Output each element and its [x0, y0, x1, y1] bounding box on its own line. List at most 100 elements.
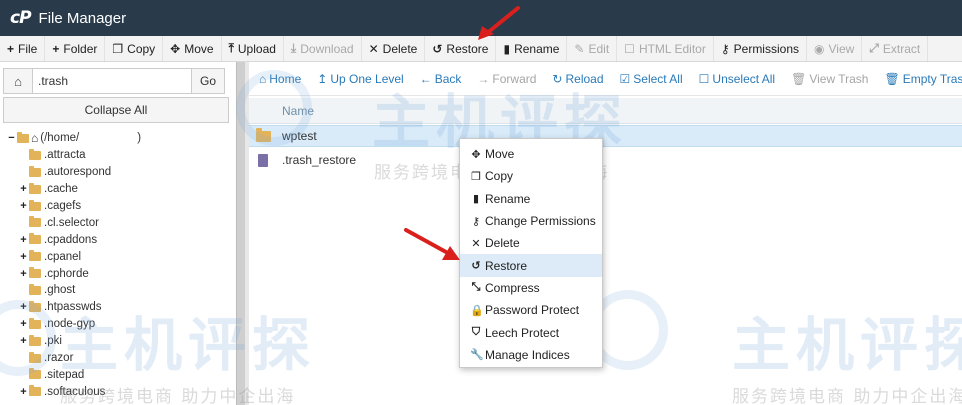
delete-button[interactable]: ✕ Delete	[362, 36, 426, 61]
tree-item-label: .pki	[44, 335, 62, 348]
tree-item[interactable]: + .softaculous	[6, 383, 234, 400]
tree-item-label: .cpaddons	[44, 233, 98, 246]
tree-item-label: .node-gyp	[44, 318, 96, 331]
copy-button[interactable]: ❐ Copy	[105, 36, 164, 61]
unselect-all-button[interactable]: ☐ Unselect All	[699, 72, 775, 86]
folder-icon	[29, 317, 41, 329]
context-menu: ✥ Move ❐ Copy ▮ Rename ⚷ Change Permissions ✕ Del…	[459, 138, 603, 368]
check-square-icon: ☑	[619, 71, 631, 86]
new-file-button[interactable]: + File	[0, 36, 46, 61]
name-column-header[interactable]: Name	[249, 98, 962, 124]
tree-item[interactable]: − ⌂ (/home/)	[6, 130, 234, 147]
cpanel-logo: cP	[10, 8, 32, 28]
collapse-icon[interactable]: −	[6, 132, 17, 144]
folder-icon	[17, 131, 29, 143]
tree-item[interactable]: .razor	[6, 350, 234, 367]
file-row-trash-restore[interactable]: .trash_restore	[249, 149, 962, 171]
move-button[interactable]: ✥ Move	[163, 36, 222, 61]
tree-item[interactable]: .sitepad	[6, 366, 234, 383]
new-folder-button[interactable]: + Folder	[45, 36, 106, 61]
context-menu-item-copy[interactable]: ❐ Copy	[460, 165, 602, 187]
context-menu-label: Manage Indices	[485, 347, 570, 362]
file-icon	[258, 153, 268, 167]
expand-icon[interactable]: +	[18, 301, 29, 313]
folder-icon	[29, 334, 41, 346]
move-icon: ✥	[170, 41, 181, 56]
directory-tree: − ⌂ (/home/) .attracta .autorespond + .cache +.…	[6, 130, 234, 400]
tree-item-label: .cagefs	[44, 200, 82, 212]
tree-item[interactable]: + .cphorde	[6, 265, 234, 282]
go-button[interactable]: Go	[192, 68, 225, 94]
context-menu-item-change-permissions[interactable]: ⚷ Change Permissions	[460, 210, 602, 232]
download-icon: ⤓	[290, 41, 297, 55]
navigation-bar: ⌂ Home ↥ Up One Level ← Back → Forward ↻ Relo…	[249, 62, 962, 96]
tree-item[interactable]: .autorespond	[6, 164, 234, 181]
extract-button[interactable]: ⤢ Extract	[862, 36, 929, 61]
tree-item[interactable]: + .pki	[6, 333, 234, 350]
context-menu-item-leech-protect[interactable]: ⛉ Leech Protect	[460, 321, 602, 343]
download-button[interactable]: ⤓ Download	[284, 36, 362, 61]
context-menu-label: Leech Protect	[485, 325, 560, 340]
expand-icon[interactable]: +	[18, 268, 29, 280]
collapse-all-button[interactable]: Collapse All	[3, 97, 229, 123]
lock-icon: 🔒	[470, 304, 484, 317]
restore-icon: ↺	[471, 260, 481, 273]
tree-item[interactable]: + .htpasswds	[6, 299, 234, 316]
tree-item-label: .cphorde	[44, 267, 89, 280]
tree-item[interactable]: + .cache	[6, 181, 234, 198]
square-icon: ☐	[698, 71, 710, 86]
expand-icon[interactable]: +	[18, 251, 29, 263]
back-button[interactable]: ← Back	[420, 72, 462, 86]
permissions-button[interactable]: ⚷ Permissions	[714, 36, 807, 61]
forward-button[interactable]: → Forward	[477, 72, 536, 86]
expand-icon[interactable]: +	[18, 200, 29, 212]
path-bar: ⌂ Go	[3, 68, 229, 94]
tree-item-label: .cache	[44, 183, 78, 196]
path-input[interactable]	[33, 68, 192, 94]
edit-button[interactable]: ✎ Edit	[567, 36, 618, 61]
upload-button[interactable]: ⤒ Upload	[222, 36, 284, 61]
context-menu-item-password-protect[interactable]: 🔒 Password Protect	[460, 299, 602, 321]
tree-item-label: .cpanel	[44, 250, 82, 263]
annotation-arrow-menu	[404, 228, 460, 260]
tree-item-label: (/home/	[40, 132, 80, 145]
empty-trash-button[interactable]: 🗑Empty Trash	[884, 72, 962, 86]
nav-home-button[interactable]: ⌂ Home	[259, 72, 301, 86]
plus-icon: +	[7, 41, 15, 56]
tree-item[interactable]: + .cpanel	[6, 248, 234, 265]
expand-icon[interactable]: +	[18, 318, 29, 330]
expand-icon[interactable]: +	[18, 234, 29, 246]
reload-button[interactable]: ↻ Reload	[552, 72, 603, 86]
context-menu-item-delete[interactable]: ✕ Delete	[460, 232, 602, 254]
file-row-wptest[interactable]: wptest	[249, 125, 962, 147]
expand-icon[interactable]: +	[18, 386, 29, 398]
view-button[interactable]: ◉ View	[807, 36, 863, 61]
select-all-button[interactable]: ☑ Select All	[620, 72, 683, 86]
context-menu-item-manage-indices[interactable]: 🔧 Manage Indices	[460, 344, 602, 366]
tree-item[interactable]: .cl.selector	[6, 214, 234, 231]
context-menu-item-restore[interactable]: ↺ Restore	[460, 254, 602, 277]
folder-icon	[29, 182, 41, 194]
view-trash-button[interactable]: 🗑 View Trash	[791, 72, 868, 86]
tree-item[interactable]: .attracta	[6, 147, 234, 164]
context-menu-item-move[interactable]: ✥ Move	[460, 143, 602, 165]
pencil-icon: ✎	[574, 41, 585, 56]
eye-icon: ◉	[814, 41, 825, 56]
home-icon: ⌂	[14, 73, 22, 89]
up-one-level-button[interactable]: ↥ Up One Level	[317, 72, 403, 86]
tree-item[interactable]: + .cagefs	[6, 198, 234, 215]
context-menu-label: Restore	[485, 258, 528, 273]
panel-splitter[interactable]	[236, 62, 245, 405]
html-editor-button[interactable]: ☐ HTML Editor	[617, 36, 714, 61]
expand-icon[interactable]: +	[18, 183, 29, 195]
context-menu-label: Move	[485, 147, 515, 162]
expand-icon[interactable]: +	[18, 335, 29, 347]
tree-item[interactable]: .ghost	[6, 282, 234, 299]
folder-icon	[29, 216, 41, 228]
tree-item[interactable]: + .cpaddons	[6, 231, 234, 248]
context-menu-item-rename[interactable]: ▮ Rename	[460, 188, 602, 210]
context-menu-item-compress[interactable]: ⤡ Compress	[460, 277, 602, 299]
home-button[interactable]: ⌂	[3, 68, 33, 94]
tree-item[interactable]: + .node-gyp	[6, 316, 234, 333]
file-name: .trash_restore	[282, 153, 357, 167]
